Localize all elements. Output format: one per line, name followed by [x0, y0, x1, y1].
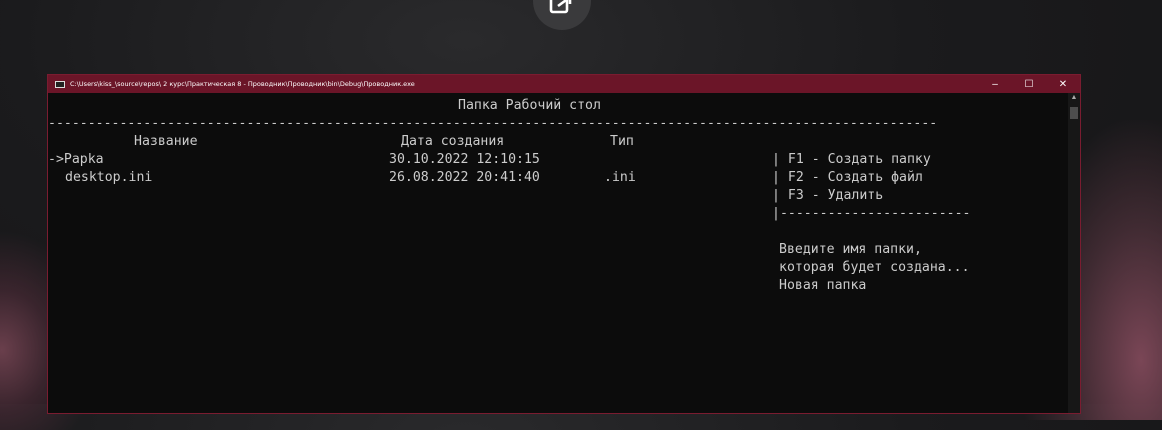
popout-icon: [549, 0, 572, 14]
scroll-up-icon[interactable]: ▲: [1070, 94, 1078, 101]
window-controls: – ☐ ✕: [978, 75, 1080, 93]
console-window: C:\Users\kiss_\source\repos\ 2 курс\Прак…: [47, 74, 1081, 414]
title-bar[interactable]: C:\Users\kiss_\source\repos\ 2 курс\Прак…: [48, 75, 1080, 93]
column-header-name: Название: [134, 134, 198, 149]
prompt-input-value[interactable]: Новая папка: [779, 277, 866, 295]
prompt-line: которая будет создана...: [779, 260, 970, 275]
menu-item-f1: | F1 - Создать папку: [772, 152, 931, 167]
popout-button[interactable]: [533, 0, 591, 30]
vertical-scrollbar[interactable]: ▲: [1068, 93, 1080, 413]
minimize-button[interactable]: –: [978, 75, 1012, 93]
console-output[interactable]: Папка Рабочий стол ---------------------…: [48, 93, 1068, 413]
file-row-date: 30.10.2022 12:10:15: [389, 152, 540, 167]
prompt-line: Введите имя папки,: [779, 242, 922, 257]
scroll-thumb[interactable]: [1070, 107, 1078, 119]
separator-line: ----------------------------------------…: [48, 116, 938, 131]
column-header-type: Тип: [610, 134, 634, 149]
console-app-icon: [55, 80, 65, 88]
window-title: C:\Users\kiss_\source\repos\ 2 курс\Прак…: [70, 80, 415, 88]
maximize-button[interactable]: ☐: [1012, 75, 1046, 93]
menu-separator: |------------------------: [772, 206, 971, 221]
file-row-name[interactable]: ->Papka: [48, 151, 104, 169]
file-row-date: 26.08.2022 20:41:40: [389, 170, 540, 185]
close-button[interactable]: ✕: [1046, 75, 1080, 93]
file-row-name[interactable]: desktop.ini: [65, 169, 152, 187]
column-header-date: Дата создания: [401, 134, 505, 149]
file-row-type: .ini: [604, 170, 636, 185]
menu-item-f3: | F3 - Удалить: [772, 188, 884, 203]
menu-item-f2: | F2 - Создать файл: [772, 170, 923, 185]
folder-heading: Папка Рабочий стол: [458, 98, 601, 113]
